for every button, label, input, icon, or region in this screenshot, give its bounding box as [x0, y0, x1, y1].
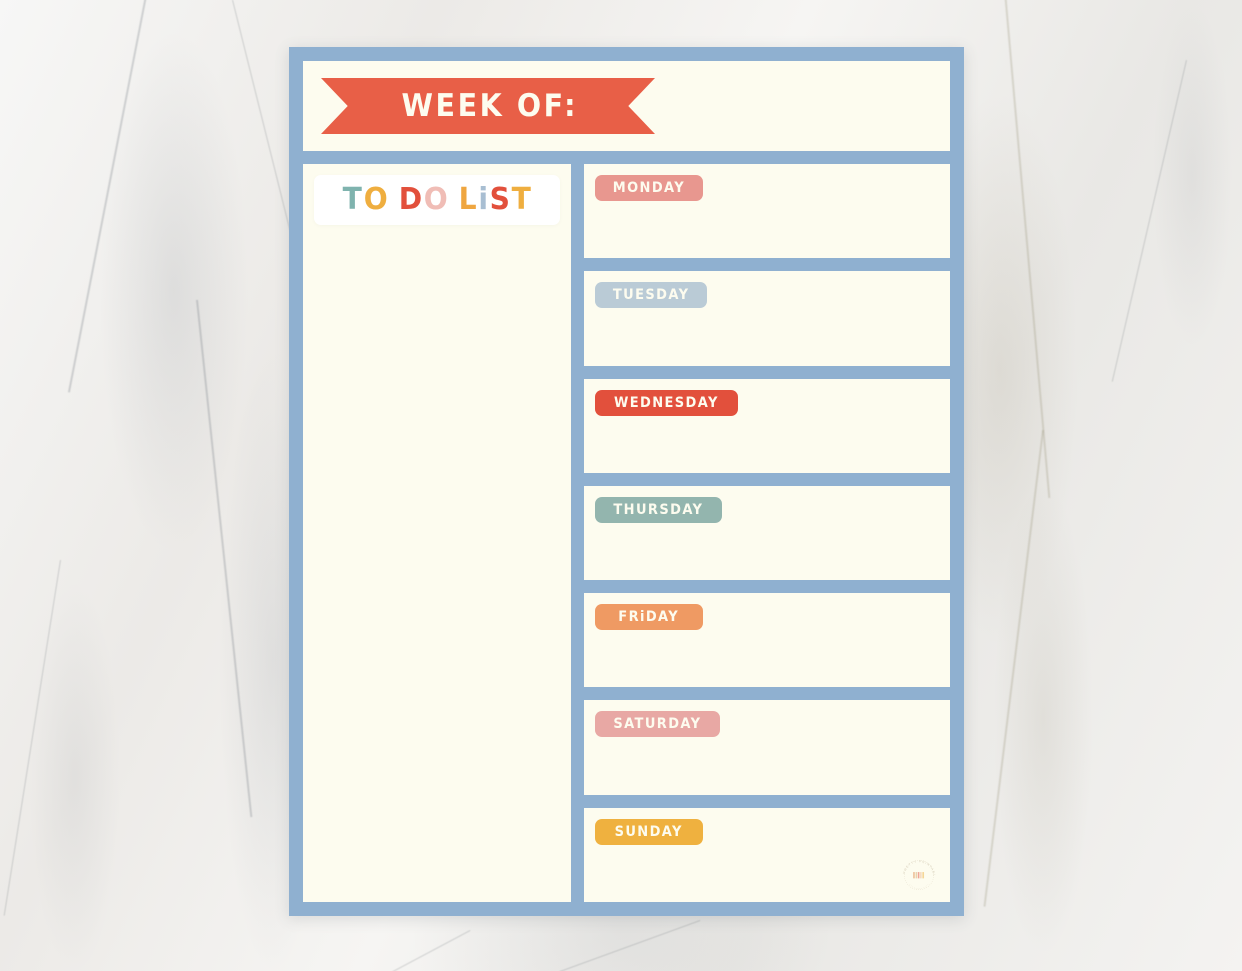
day-pill-sunday: SUNDAY — [595, 818, 703, 845]
week-of-ribbon: WEEK OF: — [321, 78, 655, 134]
day-pill-thursday: THURSDAY — [595, 496, 722, 523]
marble-vein — [1003, 0, 1051, 499]
marble-vein — [3, 560, 62, 916]
marble-vein — [364, 930, 471, 971]
planner-body: T O D O L i S T MONDAY TUESDAY WEDNESDAY… — [303, 164, 950, 902]
marble-vein — [196, 299, 252, 818]
day-card-thursday: THURSDAY — [584, 485, 950, 581]
day-card-monday: MONDAY — [584, 164, 950, 259]
day-card-saturday: SATURDAY — [584, 700, 950, 795]
marble-vein — [67, 0, 153, 393]
day-pill-saturday: SATURDAY — [595, 711, 720, 738]
week-of-label: WEEK OF: — [401, 88, 579, 124]
todo-word-do: D O — [398, 185, 449, 215]
day-label: THURSDAY — [613, 501, 704, 518]
todo-word-list: L i S T — [458, 185, 532, 215]
day-label: WEDNESDAY — [613, 394, 719, 411]
todo-letter: O — [363, 182, 389, 217]
day-label: SATURDAY — [613, 716, 702, 733]
weekly-planner-page: WEEK OF: T O D O L i S T MONDAY TUESDAY … — [289, 47, 964, 916]
todo-word-to: T O — [342, 185, 389, 215]
day-pill-tuesday: TUESDAY — [595, 282, 708, 309]
todo-letter: T — [342, 182, 363, 217]
marble-vein — [983, 430, 1044, 907]
day-label: MONDAY — [612, 180, 686, 196]
brand-stamp-icon: PRETTY PRINTABLE — [898, 854, 936, 890]
todo-letter: D — [398, 182, 423, 217]
todo-letter: O — [424, 182, 449, 217]
todo-letter: L — [459, 182, 478, 217]
day-card-friday: FRiDAY — [584, 593, 950, 688]
todo-letter: T — [511, 182, 532, 217]
day-cards-column: MONDAY TUESDAY WEDNESDAY THURSDAY FRiDAY… — [584, 164, 950, 902]
marble-vein — [1111, 60, 1188, 382]
todo-list-panel: T O D O L i S T — [303, 164, 571, 902]
todo-list-title: T O D O L i S T — [314, 175, 560, 225]
todo-list-writing-area[interactable] — [314, 236, 560, 891]
day-card-wednesday: WEDNESDAY — [584, 378, 950, 473]
day-card-sunday: SUNDAY PRETTY PRINTABLE — [584, 807, 950, 902]
day-label: TUESDAY — [612, 287, 690, 304]
svg-text:PRETTY PRINTABLE: PRETTY PRINTABLE — [898, 854, 936, 877]
day-pill-friday: FRiDAY — [595, 604, 703, 631]
marble-vein — [559, 920, 701, 971]
header-card: WEEK OF: — [303, 61, 950, 151]
day-pill-monday: MONDAY — [595, 175, 703, 201]
todo-letter: S — [489, 182, 511, 217]
day-label: SUNDAY — [614, 823, 684, 840]
day-pill-wednesday: WEDNESDAY — [595, 389, 738, 416]
todo-letter: i — [478, 182, 489, 217]
day-label: FRiDAY — [618, 609, 680, 626]
day-card-tuesday: TUESDAY — [584, 271, 950, 366]
